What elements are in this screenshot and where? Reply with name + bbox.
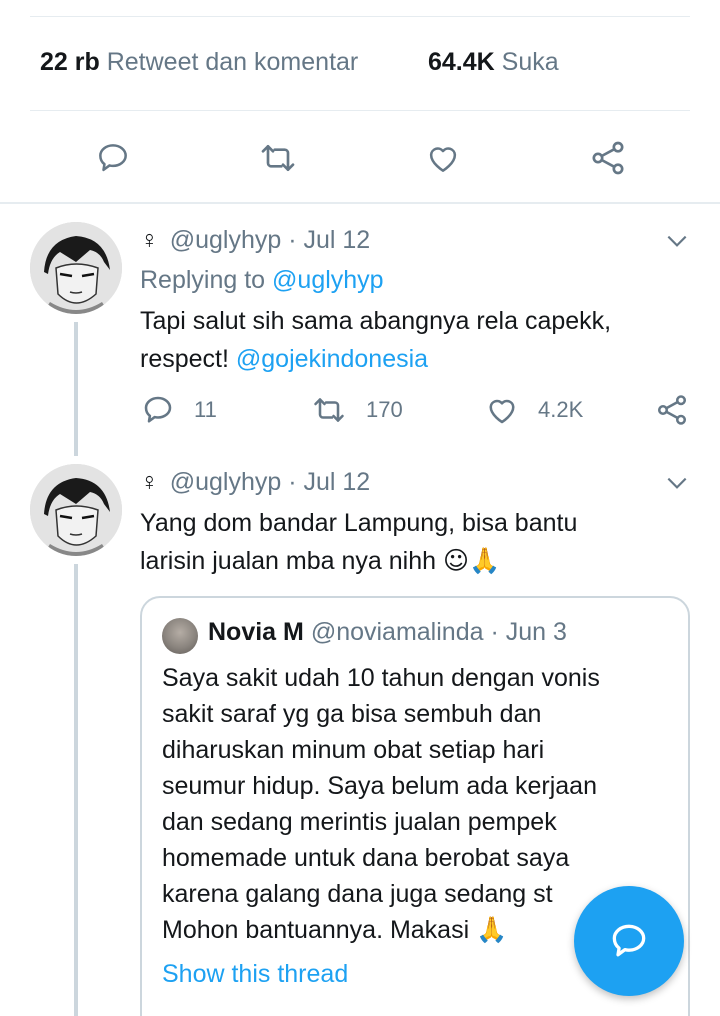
tweet-text: Tapi salut sih sama abangnya rela capekk… — [140, 302, 700, 378]
emoji: ☺🙏 — [442, 546, 501, 575]
chevron-down-icon[interactable] — [664, 228, 690, 254]
tweet-text: Yang dom bandar Lampung, bisa bantu lari… — [140, 504, 700, 580]
like-icon — [489, 399, 515, 424]
action-bar-divider — [0, 202, 720, 204]
replying-to: Replying to @uglyhyp — [140, 266, 384, 295]
avatar[interactable] — [30, 464, 122, 556]
retweet-count: 170 — [366, 397, 403, 422]
stats-divider — [30, 110, 690, 111]
avatar[interactable] — [30, 222, 122, 314]
retweet-icon[interactable] — [258, 138, 298, 178]
thread-line — [74, 564, 78, 1016]
quoted-text-line: sakit saraf yg ga bisa sembuh dan — [162, 700, 542, 728]
reply-icon[interactable] — [93, 138, 133, 178]
chevron-down-icon[interactable] — [664, 470, 690, 496]
quoted-text-line: diharuskan minum obat setiap hari — [162, 736, 545, 764]
show-thread-link[interactable]: Show this thread — [162, 960, 348, 989]
tweet-text-line: Yang dom bandar Lampung, bisa bantu — [140, 509, 578, 537]
main-action-bar — [0, 130, 720, 186]
tweet-text-line: Tapi salut sih sama abangnya rela capekk… — [140, 307, 612, 335]
quoted-text-line: dan sedang merintis jualan pempek — [162, 808, 557, 836]
quoted-date: Jun 3 — [505, 618, 567, 646]
quoted-handle: @noviamalinda — [310, 618, 484, 646]
share-icon — [657, 395, 687, 425]
replying-to-label: Replying to — [140, 266, 266, 294]
retweet-label: Retweet dan komentar — [106, 48, 359, 76]
retweet-button[interactable]: 170 — [310, 392, 403, 428]
tweet-date[interactable]: Jul 12 — [304, 226, 371, 254]
header-separator: · — [288, 468, 297, 496]
thread-line — [74, 322, 78, 456]
quoted-text-line: Mohon bantuannya. Makasi — [162, 916, 470, 944]
mention-link[interactable]: @gojekindonesia — [236, 345, 428, 373]
compose-reply-button[interactable] — [574, 886, 684, 996]
emoji: 🙏 — [476, 915, 508, 944]
reply-count: 11 — [194, 397, 217, 422]
like-button[interactable]: 4.2K — [484, 392, 583, 428]
reply-icon — [144, 396, 172, 423]
tweet-handle[interactable]: @uglyhyp — [170, 468, 282, 496]
quoted-avatar[interactable] — [162, 618, 198, 654]
like-icon[interactable] — [423, 138, 463, 178]
top-divider — [30, 16, 690, 17]
female-symbol: ♀ — [140, 468, 159, 496]
like-count: 4.2K — [538, 397, 584, 422]
quoted-text-line: Saya sakit udah 10 tahun dengan vonis — [162, 664, 600, 692]
retweet-stat[interactable]: 22 rb Retweet dan komentar — [40, 48, 358, 77]
tweet-text-line: larisin jualan mba nya nihh — [140, 547, 437, 575]
like-label: Suka — [501, 48, 559, 76]
tweet-header: ♀ @uglyhyp · Jul 12 — [140, 468, 370, 497]
quoted-text-line: homemade untuk dana berobat saya — [162, 844, 570, 872]
replying-to-handle[interactable]: @uglyhyp — [272, 266, 384, 294]
share-icon[interactable] — [588, 138, 628, 178]
quoted-header: Novia M @noviamalinda · Jun 3 — [208, 618, 567, 647]
tweet-header: ♀ @uglyhyp · Jul 12 — [140, 226, 370, 255]
header-separator: · — [288, 226, 297, 254]
header-separator: · — [490, 618, 499, 646]
share-button[interactable] — [654, 392, 708, 428]
retweet-count: 22 rb — [40, 48, 100, 76]
like-stat[interactable]: 64.4K Suka — [428, 48, 559, 77]
female-symbol: ♀ — [140, 226, 159, 254]
like-count: 64.4K — [428, 48, 495, 76]
tweet-text-line: respect! — [140, 345, 229, 373]
reply-button[interactable]: 11 — [140, 392, 217, 428]
quoted-text-line: seumur hidup. Saya belum ada kerjaan — [162, 772, 597, 800]
retweet-icon — [314, 398, 344, 422]
tweet-actions: 11 170 4.2K — [140, 392, 700, 432]
reply-icon — [612, 924, 646, 957]
tweet-date[interactable]: Jul 12 — [304, 468, 371, 496]
tweet-handle[interactable]: @uglyhyp — [170, 226, 282, 254]
quoted-name: Novia M — [208, 618, 304, 646]
